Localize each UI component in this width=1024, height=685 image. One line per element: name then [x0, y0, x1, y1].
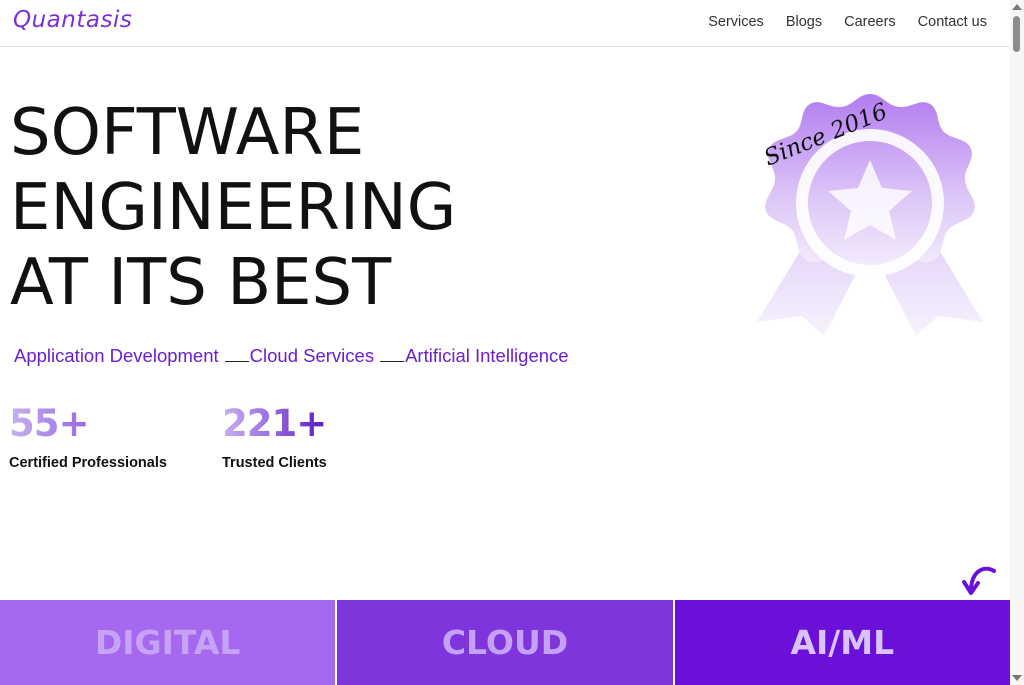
scroll-thumb[interactable] — [1013, 16, 1020, 52]
site-header: Quantasis Services Blogs Careers Contact… — [0, 0, 1010, 47]
stat-label: Certified Professionals — [9, 455, 167, 471]
separator-line — [380, 360, 405, 362]
tile-aiml[interactable]: AI/ML — [674, 600, 1010, 685]
separator-line — [224, 360, 249, 362]
stat-professionals: 55+ Certified Professionals — [9, 402, 167, 471]
hero-title-line-1: SOFTWARE — [10, 96, 365, 170]
stat-number: 55+ — [9, 402, 167, 445]
tile-digital[interactable]: DIGITAL — [0, 600, 338, 685]
hero-title-line-2: ENGINEERING — [10, 171, 457, 245]
page-scrollbar[interactable] — [1010, 0, 1024, 685]
stat-label: Trusted Clients — [222, 455, 327, 471]
scroll-down-arrow-icon[interactable] — [1012, 675, 1022, 681]
award-badge-icon: Since 2016 — [757, 94, 983, 336]
nav-blogs-link[interactable]: Blogs — [786, 14, 822, 30]
service-cloud: Cloud Services — [249, 345, 375, 366]
tile-cloud[interactable]: CLOUD — [337, 600, 675, 685]
service-ai: Artificial Intelligence — [405, 345, 569, 366]
stat-number: 221+ — [222, 402, 327, 445]
hero-title-line-3: AT ITS BEST — [10, 246, 392, 320]
nav-contact-link[interactable]: Contact us — [918, 14, 987, 30]
stat-clients: 221+ Trusted Clients — [222, 402, 327, 471]
scroll-up-arrow-icon[interactable] — [1012, 4, 1022, 10]
curved-arrow-icon — [962, 566, 996, 595]
brand-logo[interactable]: Quantasis — [13, 7, 132, 33]
hero-title: SOFTWARE ENGINEERING AT ITS BEST — [10, 96, 456, 321]
service-app-dev: Application Development — [14, 345, 219, 366]
main-nav: Services Blogs Careers Contact us — [708, 14, 987, 30]
category-tiles: DIGITAL CLOUD AI/ML — [0, 600, 1010, 685]
nav-careers-link[interactable]: Careers — [844, 14, 896, 30]
nav-services-link[interactable]: Services — [708, 14, 764, 30]
services-tagline: Application Development Cloud Services A… — [14, 345, 569, 367]
